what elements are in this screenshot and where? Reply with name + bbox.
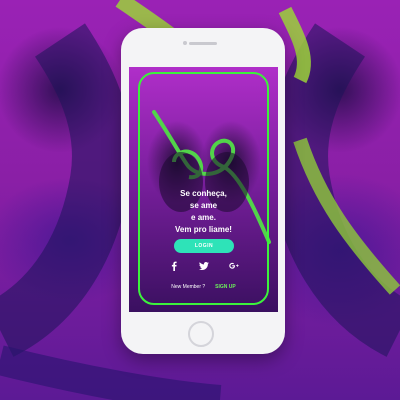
tagline-line: Vem pro liame! — [175, 225, 232, 234]
tagline: Se conheça, se ame e ame. Vem pro liame! — [129, 188, 278, 236]
new-member-text: New Member ? — [171, 284, 206, 290]
home-button[interactable] — [188, 321, 214, 347]
twitter-icon[interactable] — [198, 261, 209, 271]
phone-mockup: Se conheça, se ame e ame. Vem pro liame!… — [121, 28, 285, 354]
tagline-line: e ame. — [191, 213, 216, 222]
signup-prompt: New Member ? SIGN UP — [129, 284, 278, 290]
facebook-icon[interactable] — [169, 261, 179, 271]
social-login-row — [129, 261, 278, 271]
camera-icon — [183, 41, 187, 45]
tagline-line: Se conheça, — [180, 189, 227, 198]
tagline-line: se ame — [189, 201, 218, 210]
speaker-grille — [189, 42, 217, 45]
google-plus-icon[interactable] — [228, 261, 239, 271]
login-button[interactable]: LOGIN — [174, 239, 234, 253]
signup-link[interactable]: SIGN UP — [215, 284, 236, 290]
app-screen: Se conheça, se ame e ame. Vem pro liame!… — [129, 67, 278, 312]
